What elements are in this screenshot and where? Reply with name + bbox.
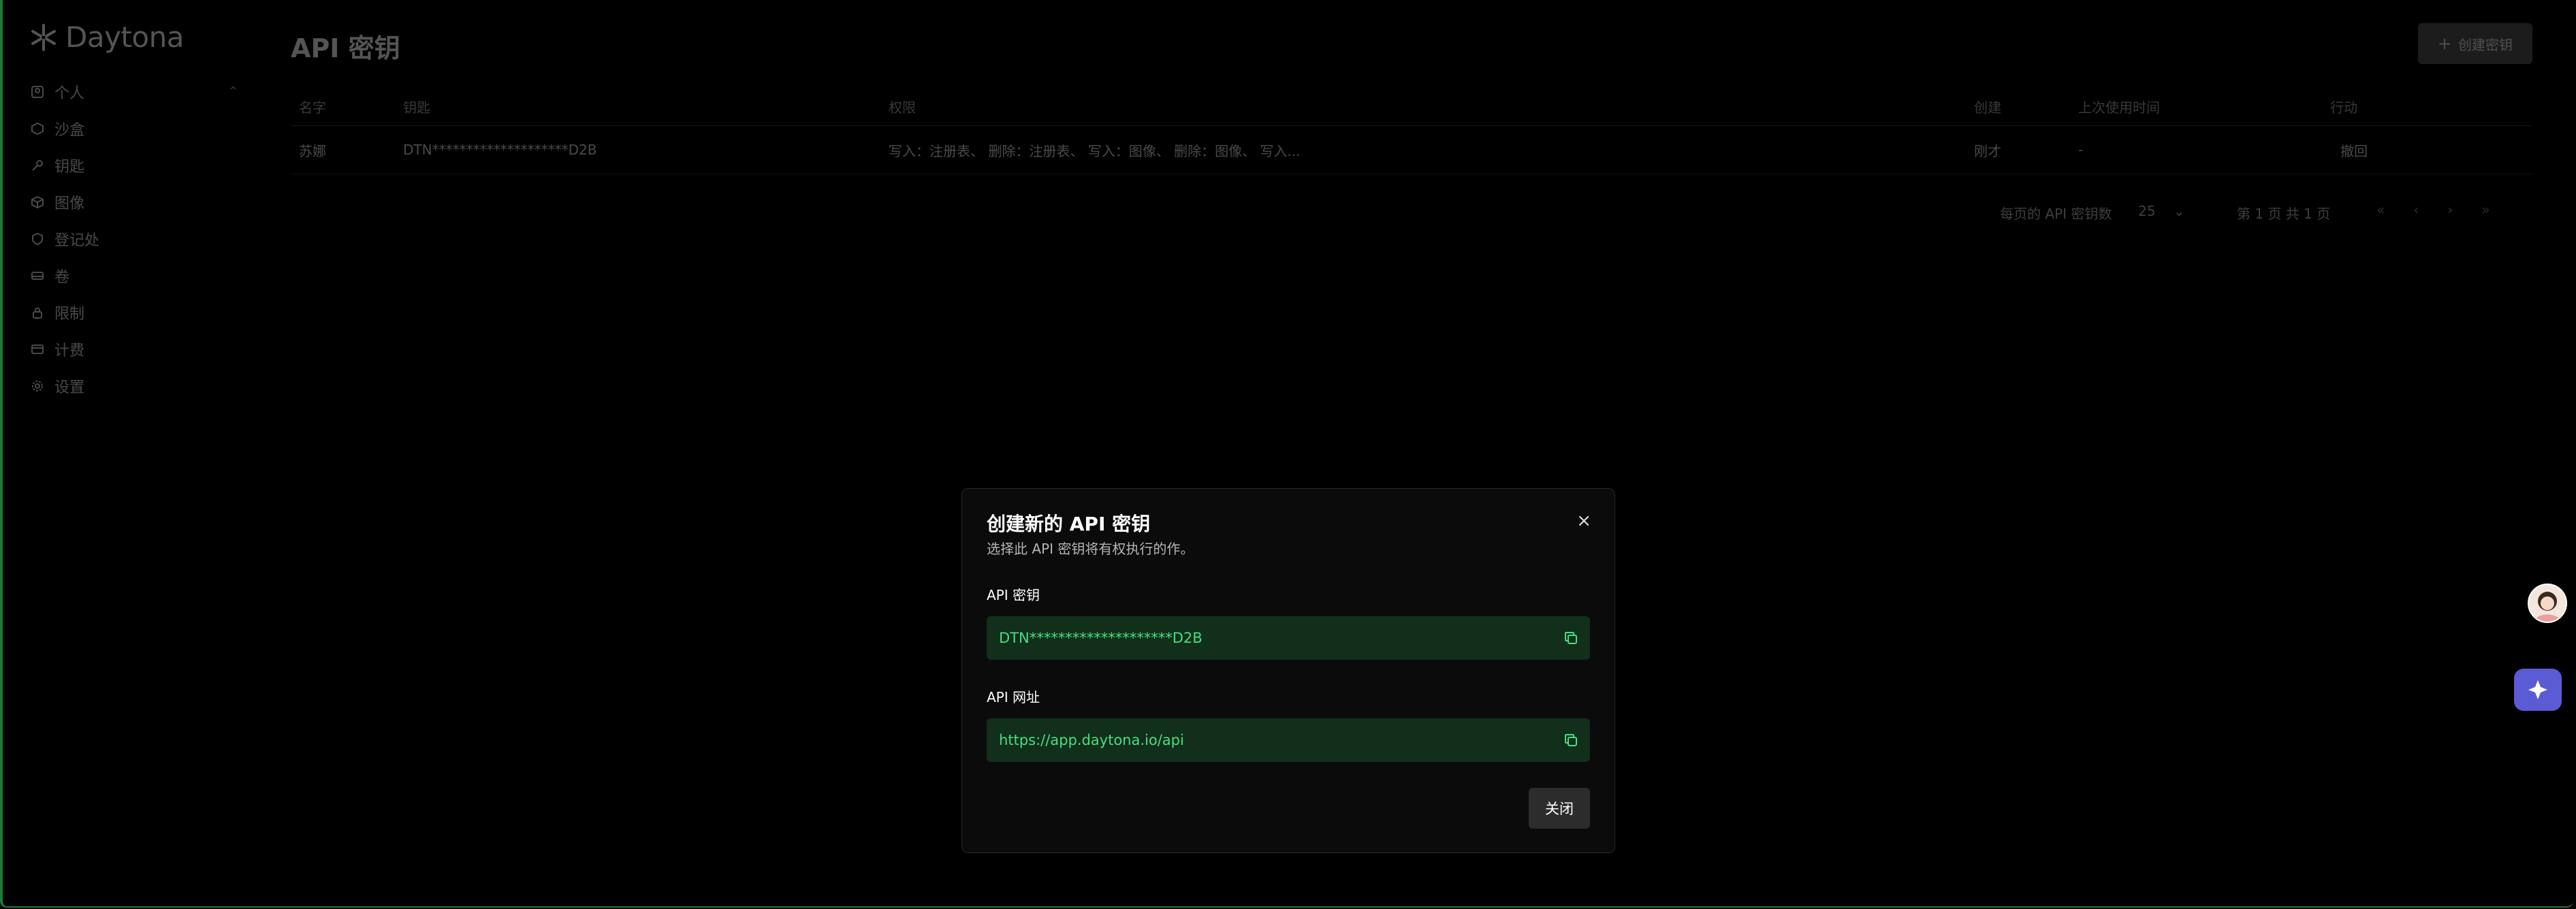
dialog-description: 选择此 API 密钥将有权执行的作。 [987,541,1194,557]
column-header[interactable]: 行动 [2330,87,2357,125]
key-name: 苏娜 [299,142,326,159]
api-url-value: https://app.daytona.io/api [999,732,1184,748]
lock-icon [30,305,45,320]
last-page-icon[interactable]: » [2481,202,2490,218]
close-icon[interactable]: × [1576,511,1591,531]
sparkle-icon [2528,680,2547,699]
box-icon [30,121,45,136]
user-square-icon [30,84,45,99]
key-value: DTN********************D2B [403,142,597,158]
api-url-field[interactable]: https://app.daytona.io/api [987,718,1590,762]
sidebar-item-billing[interactable]: 计费 [27,331,245,368]
sidebar-item-volumes[interactable]: 卷 [27,257,245,294]
sidebar-item-label: 登记处 [54,232,100,249]
package-icon [30,195,45,210]
api-key-value: DTN********************D2B [999,630,1203,646]
api-keys-table: 名字 钥匙 权限 创建 上次使用时间 行动 苏娜 DTN************… [291,87,2531,174]
create-key-button[interactable]: + 创建密钥 [2418,23,2532,64]
sidebar-item-label: 钥匙 [54,159,85,176]
table-row: 苏娜 DTN********************D2B 写入：注册表、 删除… [291,126,2531,174]
sidebar-item-settings[interactable]: 设置 [27,368,245,404]
per-page-value: 25 [2138,203,2156,219]
create-api-key-dialog: 创建新的 API 密钥 选择此 API 密钥将有权执行的作。 × API 密钥 … [961,488,1615,853]
table-header: 名字 钥匙 权限 创建 上次使用时间 行动 [291,87,2531,126]
sidebar-item-label: 个人 [54,85,85,102]
column-header[interactable]: 权限 [889,87,916,125]
drive-icon [30,268,45,283]
api-url-label: API 网址 [987,689,1040,705]
sidebar-item-label: 计费 [54,342,85,360]
sidebar-item-sandboxes[interactable]: 沙盒 [27,110,245,147]
column-header[interactable]: 钥匙 [403,87,430,125]
close-button[interactable]: 关闭 [1529,788,1590,829]
copy-icon[interactable] [1563,732,1579,748]
sidebar-item-label: 限制 [54,306,85,323]
pagination-nav: « ‹ › » [2376,202,2490,218]
api-key-field[interactable]: DTN********************D2B [987,616,1590,660]
sidebar: 个人 ⌃ 沙盒 钥匙 图像 登记处 卷 限制 计费 设置 [27,74,245,404]
key-icon [30,158,45,173]
sidebar-item-images[interactable]: 图像 [27,184,245,221]
create-key-label: 创建密钥 [2458,36,2513,53]
first-page-icon[interactable]: « [2376,202,2385,218]
logo[interactable]: Daytona [29,20,184,54]
sidebar-item-label: 设置 [54,379,85,396]
copy-icon[interactable] [1563,630,1579,646]
plus-icon: + [2437,34,2452,53]
registry-icon [30,232,45,246]
per-page-label: 每页的 API 密钥数 [2000,206,2112,222]
api-key-label: API 密钥 [987,587,1040,603]
sidebar-item-label: 卷 [54,269,70,286]
sidebar-item-registries[interactable]: 登记处 [27,221,245,257]
column-header[interactable]: 名字 [299,87,326,125]
sidebar-item-label: 图像 [54,195,85,212]
logo-text: Daytona [65,20,184,54]
credit-card-icon [30,342,45,357]
chevron-down-icon: ⌄ [2173,203,2185,219]
avatar[interactable] [2528,584,2567,623]
chevron-updown-icon: ⌃ [227,84,238,99]
key-last-used: - [2078,142,2084,158]
assistant-button[interactable] [2514,669,2562,711]
page-info: 第 1 页 共 1 页 [2237,206,2331,222]
sidebar-item-label: 沙盒 [54,122,85,139]
next-page-icon[interactable]: › [2447,202,2453,218]
dialog-title: 创建新的 API 密钥 [987,513,1151,535]
per-page-select[interactable]: 25 ⌄ [2138,203,2185,219]
avatar-icon [2534,592,2560,622]
sidebar-item-keys[interactable]: 钥匙 [27,147,245,184]
revoke-button[interactable]: 撤回 [2340,126,2368,174]
key-permissions: 写入：注册表、 删除：注册表、 写入：图像、 删除：图像、 写入... [889,142,1301,159]
page-title: API 密钥 [291,33,400,63]
sidebar-item-limits[interactable]: 限制 [27,294,245,331]
column-header[interactable]: 创建 [1974,87,2001,125]
prev-page-icon[interactable]: ‹ [2413,202,2419,218]
gear-icon [30,379,45,394]
sidebar-item-personal[interactable]: 个人 ⌃ [27,74,245,110]
key-created: 刚才 [1974,142,2001,159]
column-header[interactable]: 上次使用时间 [2078,87,2160,125]
daytona-logo-icon [31,23,56,51]
